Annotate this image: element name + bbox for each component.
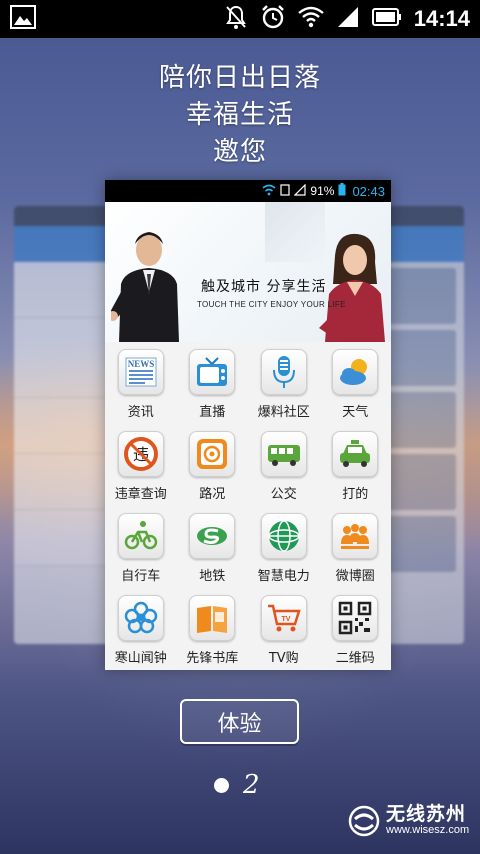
experience-button[interactable]: 体验: [180, 699, 299, 744]
grid-item-report[interactable]: 爆料社区: [248, 342, 320, 424]
bicycle-icon: [124, 521, 157, 550]
banner-subtitle: TOUCH THE CITY ENJOY YOUR LIFE: [197, 300, 346, 309]
grid-label: 违章查询: [114, 487, 167, 502]
grid-label: 地铁: [199, 569, 226, 584]
shopping-cart-icon: TV: [267, 604, 301, 632]
grid-label: 路况: [199, 487, 226, 502]
headline-line-2: 幸福生活: [185, 100, 294, 130]
svg-text:NEWS: NEWS: [127, 359, 154, 369]
bell-flower-icon: [124, 601, 157, 634]
grid-item-bus[interactable]: 公交: [248, 424, 320, 506]
grid-item-library[interactable]: 先锋书库: [177, 588, 249, 670]
preview-sim-icon: [280, 183, 291, 199]
grid-item-bicycle[interactable]: 自行车: [105, 506, 177, 588]
taxi-icon: [340, 440, 371, 467]
image-icon: [10, 5, 36, 33]
page-number: 2: [243, 770, 260, 800]
wisesz-logo-icon: [348, 805, 380, 836]
violation-icon: 违: [123, 437, 158, 471]
tv-icon: [197, 357, 228, 386]
grid-label: 爆料社区: [257, 405, 310, 420]
headline: 陪你日出日落 幸福生活 邀您: [0, 60, 480, 171]
feature-grid: NEWS 资讯 直播 爆料社区 天气 违章查询 路况 公交 打的 自行车 地铁 …: [105, 342, 391, 670]
grid-label: 先锋书库: [186, 651, 239, 666]
grid-label: 天气: [342, 405, 369, 420]
grid-item-violation[interactable]: 违 违章查询: [105, 424, 177, 506]
traffic-icon: [197, 439, 228, 469]
preview-status-bar: 91% 02:43: [105, 180, 391, 202]
presenter-man-image: [111, 232, 179, 342]
status-bar: 14:14: [0, 0, 480, 38]
grid-item-subway[interactable]: 地铁: [177, 506, 249, 588]
banner-title: 触及城市 分享生活: [201, 279, 327, 295]
wifi-icon: [297, 6, 324, 32]
grid-label: 微博圈: [335, 569, 375, 584]
grid-item-power[interactable]: 智慧电力: [248, 506, 320, 588]
news-icon: NEWS: [125, 357, 157, 387]
weibo-people-icon: [341, 524, 370, 549]
grid-label: 寒山闻钟: [114, 651, 167, 666]
svg-text:TV: TV: [281, 616, 290, 623]
signal-icon: [336, 5, 360, 33]
qr-code-icon: [339, 601, 372, 635]
power-grid-icon: [268, 520, 300, 552]
battery-icon: [371, 8, 402, 30]
alarm-icon: [260, 4, 286, 34]
grid-item-weather[interactable]: 天气: [320, 342, 392, 424]
grid-label: 二维码: [335, 651, 375, 666]
page-dot: [214, 777, 229, 793]
grid-label: 打的: [342, 487, 369, 502]
grid-item-qr-code[interactable]: 二维码: [320, 588, 392, 670]
preview-time: 02:43: [352, 183, 385, 199]
grid-item-weibo[interactable]: 微博圈: [320, 506, 392, 588]
headline-line-1: 陪你日出日落: [158, 63, 321, 93]
status-time: 14:14: [413, 6, 470, 31]
preview-battery-percent: 91%: [310, 184, 335, 198]
page-indicator: 2: [214, 770, 260, 800]
preview-banner: 触及城市 分享生活 TOUCH THE CITY ENJOY YOUR LIFE: [105, 202, 391, 342]
grid-item-taxi[interactable]: 打的: [320, 424, 392, 506]
bus-icon: [267, 445, 300, 466]
grid-item-tv-shopping[interactable]: TV TV购: [248, 588, 320, 670]
grid-label: 直播: [199, 405, 226, 420]
grid-label: TV购: [268, 651, 299, 666]
logo-name: 无线苏州: [386, 803, 467, 825]
preview-wifi-icon: [262, 184, 276, 199]
grid-item-live[interactable]: 直播: [177, 342, 249, 424]
mute-icon: [224, 4, 248, 34]
book-icon: [197, 606, 228, 633]
logo-url: www.wisesz.com: [386, 824, 470, 836]
app-preview-screenshot: 91% 02:43 触及城市 分享生活 TOUCH THE CITY ENJOY…: [105, 180, 391, 670]
preview-signal-icon: [293, 183, 307, 199]
grid-label: 自行车: [121, 569, 161, 584]
grid-item-hanshan[interactable]: 寒山闻钟: [105, 588, 177, 670]
microphone-icon: [272, 356, 295, 388]
grid-label: 资讯: [127, 405, 154, 420]
grid-label: 智慧电力: [257, 569, 310, 584]
presenter-woman-image: [319, 233, 385, 342]
grid-item-traffic[interactable]: 路况: [177, 424, 249, 506]
headline-line-3: 邀您: [212, 137, 267, 167]
weather-icon: [340, 359, 368, 385]
grid-item-news[interactable]: NEWS 资讯: [105, 342, 177, 424]
subway-icon: [197, 527, 228, 545]
wisesz-logo: 无线苏州 www.wisesz.com: [348, 804, 469, 837]
preview-battery-icon: [338, 183, 346, 199]
grid-label: 公交: [270, 487, 297, 502]
